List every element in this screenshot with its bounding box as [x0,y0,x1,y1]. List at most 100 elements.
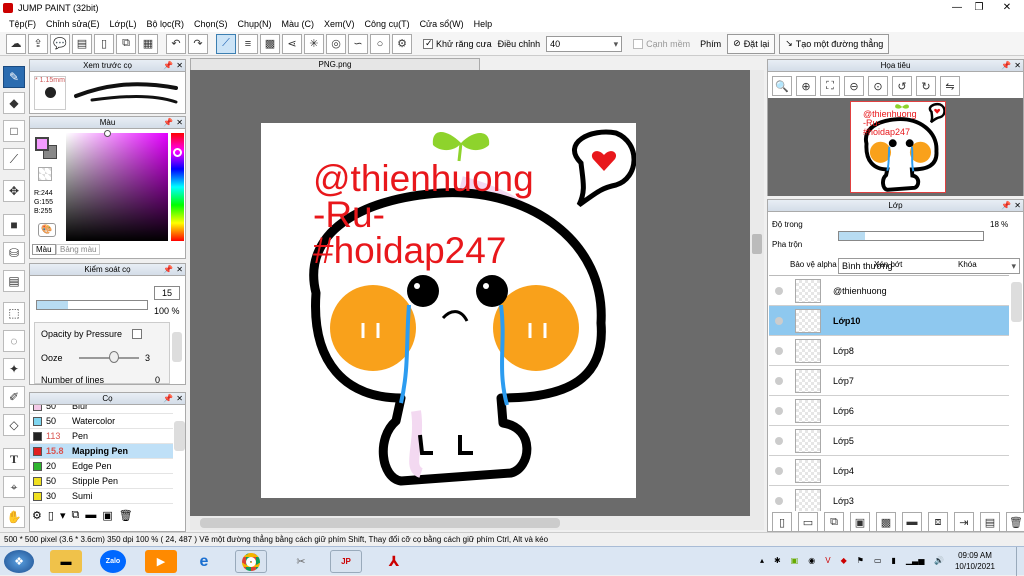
layer-row[interactable]: Lớp3 [769,486,1009,511]
close-button[interactable]: ✕ [992,0,1022,16]
flip-icon[interactable]: ⇋ [940,76,960,96]
menu-filter[interactable]: Bộ lọc(R) [141,16,189,32]
rotate-right-icon[interactable]: ↻ [916,76,936,96]
layer-row[interactable]: Lớp5 [769,426,1009,456]
fit-icon[interactable]: ⛶ [820,76,840,96]
snipping-tool-icon[interactable]: ✂ [285,550,317,573]
brush-item[interactable]: 30 Sumi [30,489,173,504]
perspective-icon[interactable]: ⋖ [282,33,302,54]
layer-row[interactable]: Lớp10 [769,306,1009,336]
straight-line-button[interactable]: ↘ Tạo một đường thẳng [779,33,890,54]
visibility-icon[interactable] [775,436,783,445]
new-layer-icon[interactable]: ▯ [772,512,792,532]
brush-options-scrollbar[interactable] [172,332,182,362]
fill-rect-tool-icon[interactable]: ■ [3,214,25,236]
antialias-checkbox[interactable] [423,38,433,49]
crosshatch-icon[interactable]: ▩ [260,33,280,54]
brush-settings-icon[interactable]: ⚙ [32,509,42,522]
brush-paste-icon[interactable]: ▣ [102,509,112,522]
new-brush-icon[interactable]: ▯ [48,509,54,522]
brush-size-slider[interactable] [36,300,148,310]
delete-layer-icon[interactable]: 🗑 [1006,512,1024,532]
brush-item[interactable]: 50 Stipple Pen [30,474,173,489]
blend-mode-select[interactable]: Bình thường [838,258,1020,274]
menu-window[interactable]: Cửa sổ(W) [415,16,469,32]
lasso-tool-icon[interactable]: ◌ [3,330,25,352]
soft-edge-checkbox[interactable] [633,38,644,49]
radial-icon[interactable]: ✳ [304,33,324,54]
layer-list-scrollbar[interactable] [1011,282,1022,322]
visibility-icon[interactable] [775,346,783,355]
layer-opacity-slider[interactable] [838,231,984,241]
color-picker-cursor[interactable] [104,130,111,137]
menu-color[interactable]: Màu (C) [277,16,320,32]
hue-handle[interactable] [173,148,182,157]
close-icon[interactable]: ✕ [1014,60,1021,72]
opacity-pressure-checkbox[interactable] [132,329,142,339]
battery-icon[interactable]: ▮ [892,556,896,565]
comment-icon[interactable]: 💬 [50,33,70,54]
network-icon[interactable]: ▁▃▅ [906,556,924,565]
menu-capture[interactable]: Chụp(N) [233,16,277,32]
upload-icon[interactable]: ⇪ [28,33,48,54]
start-button[interactable]: ❖ [4,550,34,573]
menu-select[interactable]: Chọn(S) [189,16,233,32]
vertical-scrollbar[interactable] [750,70,764,516]
nvidia-icon[interactable]: ▣ [791,556,799,565]
gear-icon[interactable]: ⚙ [392,33,412,54]
bucket-tool-icon[interactable]: ⛁ [3,242,25,264]
magic-wand-tool-icon[interactable]: ✦ [3,358,25,380]
layer-row[interactable]: Lớp4 [769,456,1009,486]
menu-file[interactable]: Tệp(F) [4,16,41,32]
pdf-reader-icon[interactable]: ⅄ [378,550,410,573]
ooze-handle[interactable] [109,351,119,363]
app-tray-icon[interactable]: ◆ [841,556,847,565]
reset-button[interactable]: ⊘ Đặt lại [727,33,776,54]
undo-icon[interactable]: ↶ [166,33,186,54]
pen-tool-icon[interactable]: ✎ [3,66,25,88]
menu-tools[interactable]: Công cụ(T) [360,16,415,32]
grid-icon[interactable]: ▦ [138,33,158,54]
visibility-icon[interactable] [775,406,783,415]
select-eraser-tool-icon[interactable]: ◇ [3,414,25,436]
clock[interactable]: 09:09 AM 10/10/2021 [952,550,998,572]
jump-paint-icon[interactable]: JP [330,550,362,573]
layer-transfer-icon[interactable]: ⇥ [954,512,974,532]
hand-tool-icon[interactable]: ✋ [3,506,25,528]
tray-expand-icon[interactable]: ▴ [760,556,764,565]
maximize-button[interactable]: ❐ [968,0,990,16]
line-tool-icon[interactable]: ⟋ [3,148,25,170]
close-icon[interactable]: ✕ [1014,200,1021,212]
redo-icon[interactable]: ↷ [188,33,208,54]
merge-layer-icon[interactable]: ⧈ [928,512,948,532]
layer-copy-down-icon[interactable]: ▤ [980,512,1000,532]
brush-folder-icon[interactable]: ▬ [85,509,96,522]
brush-item[interactable]: 50 Watercolor [30,414,173,429]
artboard[interactable]: @thienhuong -Ru- #hoidap247 [261,123,637,498]
layer-row[interactable]: Lớp7 [769,366,1009,396]
brush-dropdown-icon[interactable]: ▾ [60,509,66,522]
brush-copy-icon[interactable]: ⧉ [71,509,79,522]
circle-ruler-icon[interactable]: ○ [370,33,390,54]
gradient-tool-icon[interactable]: ▤ [3,270,25,292]
vertical-scroll-thumb[interactable] [752,234,762,254]
move-tool-icon[interactable]: ✥ [3,180,25,202]
brush-delete-icon[interactable]: 🗑 [119,509,133,522]
brush-item[interactable]: 113 Pen [30,429,173,444]
visibility-icon[interactable] [775,376,783,385]
layer-row[interactable]: @thienhuong [769,276,1009,306]
zoom-icon[interactable]: 🔍 [772,76,792,96]
menu-view[interactable]: Xem(V) [319,16,360,32]
transparent-swatch[interactable] [38,167,52,181]
layer-mask-icon[interactable]: ▣ [850,512,870,532]
brush-item[interactable]: 50 Blur [30,405,173,414]
show-desktop-button[interactable] [1016,547,1024,576]
layer-folder-icon[interactable]: ▬ [902,512,922,532]
bluetooth-icon[interactable]: ✱ [774,556,781,565]
adjust-combo[interactable]: 40 [546,35,623,52]
select-pen-tool-icon[interactable]: ✐ [3,386,25,408]
select-rect-tool-icon[interactable]: ⬚ [3,302,25,324]
rotate-left-icon[interactable]: ↺ [892,76,912,96]
brush-item[interactable]: 20 Edge Pen [30,459,173,474]
chrome-icon[interactable] [235,550,267,573]
